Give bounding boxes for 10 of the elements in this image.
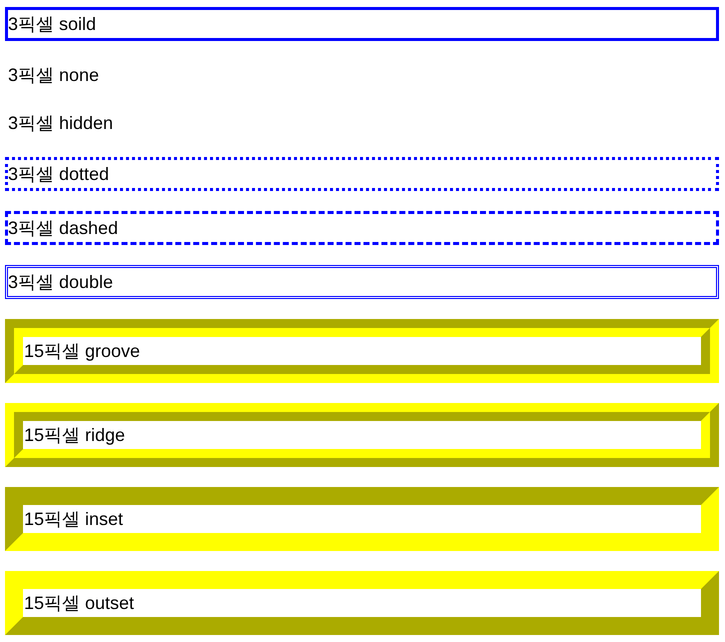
border-sample: 15픽셀 ridge — [5, 403, 719, 467]
border-sample: 15픽셀 inset — [5, 487, 719, 551]
border-sample: 3픽셀 double — [5, 265, 719, 299]
border-sample: 3픽셀 dashed — [5, 211, 719, 245]
border-sample: 15픽셀 outset — [5, 571, 719, 635]
border-sample: 15픽셀 groove — [5, 319, 719, 383]
sample-text: 3픽셀 none — [8, 65, 100, 85]
border-sample: 3픽셀 soild — [5, 7, 719, 41]
sample-text: 3픽셀 hidden — [8, 113, 114, 133]
border-sample: 3픽셀 dotted — [5, 157, 719, 191]
